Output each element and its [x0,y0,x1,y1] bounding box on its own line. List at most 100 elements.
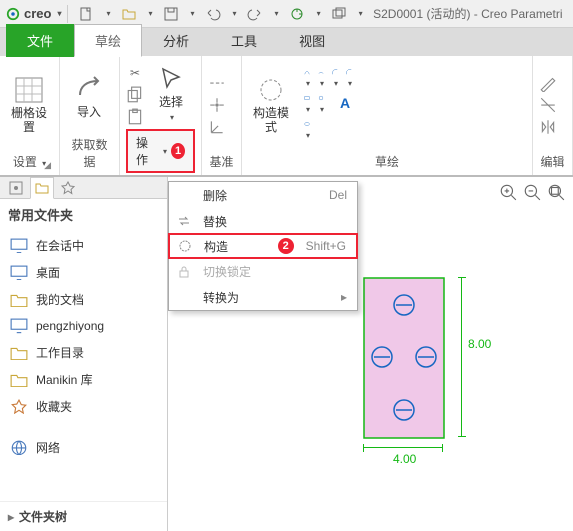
rectangle-icon[interactable]: ▾ [304,95,310,115]
menu-item-delete[interactable]: 删除 Del [169,182,357,208]
import-button[interactable]: 导入 [66,73,112,121]
redo-icon[interactable] [247,6,263,22]
group-label: 获取数据 [66,133,113,173]
text-icon[interactable]: A [340,95,350,115]
dir-item-documents[interactable]: 我的文档 [0,286,167,313]
paste-icon[interactable] [126,108,144,126]
monitor-icon [10,318,28,334]
construction-mode-button[interactable]: 构造模式 [248,74,294,136]
refit-icon[interactable] [547,183,565,201]
point-icon[interactable] [208,96,226,114]
cut-icon[interactable]: ✂ [126,64,144,82]
folder-icon [10,372,28,388]
ribbon-group-settings: 栅格设置 设置 ▾◢ [0,56,60,175]
zoom-in-icon[interactable] [499,183,517,201]
ribbon-group-get-data: 导入 获取数据 [60,56,120,175]
document-title: S2D0001 (活动的) - Creo Parametri [373,5,573,22]
dir-item-session[interactable]: 在会话中 [0,232,167,259]
sidebar-tab-folder[interactable] [30,177,54,199]
open-folder-icon[interactable] [121,6,137,22]
dropdown-icon[interactable]: ▾ [359,9,363,18]
centerline-icon[interactable] [208,74,226,92]
dropdown-icon[interactable]: ▾ [191,9,195,18]
creo-logo-icon [6,7,20,21]
zoom-out-icon[interactable] [523,183,541,201]
circle-icon[interactable]: ▾ [318,95,324,115]
save-icon[interactable] [163,6,179,22]
dropdown-icon[interactable]: ▾ [233,9,237,18]
dir-item-desktop[interactable]: 桌面 [0,259,167,286]
mirror-icon[interactable] [539,118,557,136]
label: 导入 [77,105,101,119]
dimension-height[interactable]: 8.00 [468,337,491,351]
tab-view[interactable]: 视图 [278,24,346,57]
construction-icon [256,76,286,104]
select-button[interactable]: 选择▾ [148,63,194,127]
dir-item-user[interactable]: pengzhiyong [0,313,167,339]
ribbon-group-operations: ✂ 选择▾ 操作 ▾ 1 [120,56,202,175]
trim-icon[interactable] [539,96,557,114]
label: 工作目录 [36,344,84,361]
dimension-line-x [363,447,443,448]
ribbon-group-datum: 基准 [202,56,242,175]
label: 操作 [136,134,157,168]
sidebar: 常用文件夹 在会话中 桌面 我的文档 pengzhiyong 工作目录 Mani… [0,177,168,531]
grid-settings-button[interactable]: 栅格设置 [6,74,52,136]
line-icon[interactable]: ▾ [304,69,310,89]
sidebar-tab-favorites[interactable] [56,177,80,199]
menu-item-construct-highlight[interactable]: 构造 2 Shift+G [168,233,358,259]
brand-text: creo [24,6,51,21]
directory-list: 在会话中 桌面 我的文档 pengzhiyong 工作目录 Manikin 库 … [0,230,167,463]
tab-analysis[interactable]: 分析 [142,24,210,57]
ribbon-group-edit: 编辑 [533,56,573,175]
group-label: 草绘 [248,150,526,173]
dropdown-icon[interactable]: ▾ [149,9,153,18]
label: Manikin 库 [36,371,93,388]
sidebar-header: 常用文件夹 [0,199,167,230]
group-label: 设置 ▾◢ [6,150,53,173]
dir-item-network[interactable]: 网络 [0,434,167,461]
arc-icon[interactable]: ▾ [318,69,324,89]
ribbon: 栅格设置 设置 ▾◢ 导入 获取数据 ✂ 选择▾ 操作 [0,56,573,176]
lock-icon [173,264,195,278]
tab-file[interactable]: 文件 [6,24,74,57]
label: 选择▾ [159,95,183,125]
dir-item-favorites[interactable]: 收藏夹 [0,393,167,420]
tab-sketch[interactable]: 草绘 [74,24,142,57]
folder-tree-header[interactable]: 文件夹树 [0,501,167,531]
label: 构造 [204,238,270,255]
ellipse-icon[interactable]: ▾ [304,121,310,141]
dropdown-icon[interactable]: ▾ [275,9,279,18]
copy-icon[interactable] [126,86,144,104]
label: 在会话中 [36,237,84,254]
brand-dropdown-icon[interactable]: ▾ [57,9,61,18]
import-icon [74,75,104,103]
ribbon-group-sketch: 构造模式 ▾ ▾ ▾ ▾ ▾ ▾ A ▾ [242,56,533,175]
label: 网络 [36,439,60,456]
cursor-icon [156,65,186,93]
tab-tools[interactable]: 工具 [210,24,278,57]
undo-icon[interactable] [205,6,221,22]
dropdown-icon[interactable]: ▾ [317,9,321,18]
fillet-icon[interactable]: ▾ [332,69,338,89]
new-file-icon[interactable] [78,6,94,22]
regenerate-icon[interactable] [289,6,305,22]
windows-icon[interactable] [331,6,347,22]
menu-item-convert[interactable]: 转换为 ▸ [169,284,357,310]
menu-item-replace[interactable]: 替换 [169,208,357,234]
sidebar-tab-model-tree[interactable] [4,177,28,199]
coord-sys-icon[interactable] [208,118,226,136]
operations-context-menu: 删除 Del 替换 构造 2 Shift+G 切换锁定 转换为 ▸ [168,181,358,311]
dir-item-manikin[interactable]: Manikin 库 [0,366,167,393]
dir-item-working[interactable]: 工作目录 [0,339,167,366]
menu-item-toggle-lock: 切换锁定 [169,258,357,284]
modify-icon[interactable] [539,74,557,92]
operations-dropdown-highlight[interactable]: 操作 ▾ 1 [126,129,195,173]
network-icon [10,440,28,456]
dropdown-icon[interactable]: ▾ [106,9,110,18]
ribbon-tabs: 文件 草绘 分析 工具 视图 [0,28,573,56]
dimension-width[interactable]: 4.00 [393,452,416,466]
folder-icon [10,292,28,308]
chamfer-icon[interactable]: ▾ [346,69,352,89]
monitor-icon [10,238,28,254]
